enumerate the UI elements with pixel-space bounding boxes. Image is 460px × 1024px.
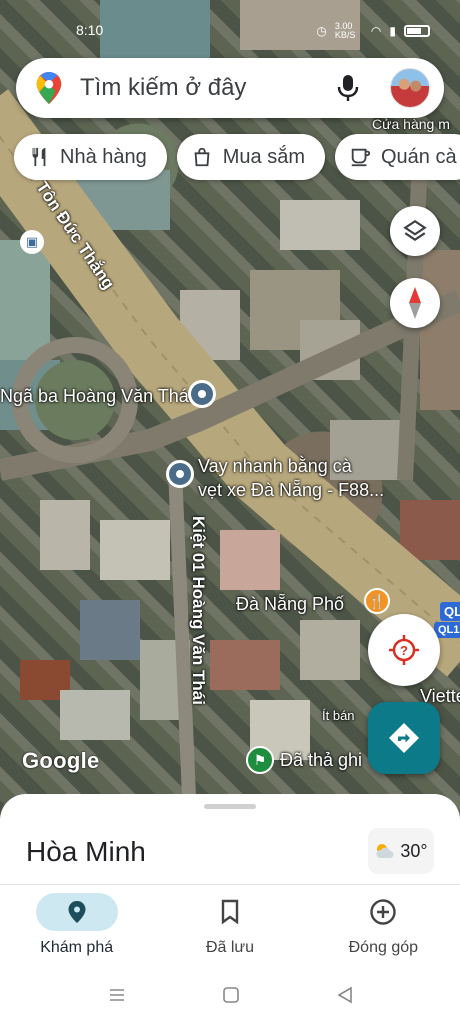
temperature: 30° xyxy=(400,840,428,861)
nav-contribute-icon-wrap xyxy=(342,893,424,931)
nav-explore-icon-wrap xyxy=(35,893,118,931)
highway-badge-ql: QL xyxy=(440,602,460,621)
net-speed: 3.00 KB/S xyxy=(334,21,356,40)
status-time: 8:10 xyxy=(76,22,104,38)
chip-label: Quán cà xyxy=(381,145,457,168)
status-bar: 8:10 ◷ 3.00 KB/S ◠ ▮ xyxy=(0,0,460,40)
bookmark-icon xyxy=(221,899,239,925)
flag-pin-icon[interactable]: ⚑ xyxy=(246,746,274,774)
map-pin-vay-nhanh[interactable] xyxy=(166,460,194,488)
chip-shopping[interactable]: Mua sắm xyxy=(176,134,325,180)
wifi-icon: ◠ xyxy=(370,24,382,38)
system-nav-bar xyxy=(0,972,460,1024)
directions-icon xyxy=(389,723,419,753)
place-label-da-tha-ghi[interactable]: Đã thả ghi xyxy=(280,750,362,771)
chip-label: Nhà hàng xyxy=(60,145,147,168)
bottom-sheet[interactable]: Hòa Minh 30° xyxy=(0,794,460,894)
shopping-bag-icon xyxy=(194,147,210,167)
back-icon[interactable] xyxy=(336,986,354,1004)
directions-button[interactable] xyxy=(368,702,440,774)
recents-icon[interactable] xyxy=(108,986,126,1004)
chip-restaurants[interactable]: Nhà hàng xyxy=(14,134,167,180)
highway-badge-ql1a: QL1A xyxy=(434,622,460,638)
avatar[interactable] xyxy=(390,68,430,108)
chip-coffee[interactable]: Quán cà xyxy=(335,134,460,180)
nav-contribute[interactable]: Đóng góp xyxy=(307,885,460,972)
alarm-icon: ◷ xyxy=(316,24,327,38)
nav-saved-label: Đã lưu xyxy=(205,939,255,956)
satellite-map[interactable]: ▣ Tôn Đức Thắng Ngã ba Hoàng Văn Thái Va… xyxy=(0,0,460,820)
bottom-nav: Khám phá Đã lưu Đóng góp xyxy=(0,884,460,972)
compass-icon xyxy=(409,287,421,319)
place-label-da-nang-pho[interactable]: Đà Nẵng Phố xyxy=(236,594,344,615)
my-location-button[interactable]: ? xyxy=(368,614,440,686)
restaurant-pin-icon[interactable]: 🍴 xyxy=(364,588,390,614)
place-label-vay-nhanh-2[interactable]: vẹt xe Đà Nẵng - F88... xyxy=(198,480,384,501)
search-input[interactable]: Tìm kiếm ở đây xyxy=(80,74,336,102)
map-pin-nga-ba[interactable] xyxy=(188,380,216,408)
road-label-kiet: Kiệt 01 Hoàng Văn Thái xyxy=(189,516,208,705)
battery-icon xyxy=(404,25,430,37)
nav-saved-icon-wrap xyxy=(189,893,271,931)
add-circle-icon xyxy=(370,899,397,925)
chip-label: Mua sắm xyxy=(222,145,305,168)
bus-stop-icon[interactable]: ▣ xyxy=(20,230,44,254)
compass-button[interactable] xyxy=(390,278,440,328)
nav-explore[interactable]: Khám phá xyxy=(0,885,153,972)
place-label-vay-nhanh-1[interactable]: Vay nhanh bằng cà xyxy=(198,456,352,477)
home-icon[interactable] xyxy=(222,986,240,1004)
place-label-nga-ba[interactable]: Ngã ba Hoàng Văn Thái xyxy=(0,386,193,407)
search-bar[interactable]: Tìm kiếm ở đây xyxy=(16,58,444,118)
nav-contribute-label: Đóng góp xyxy=(348,939,419,956)
signal-icon: ▮ xyxy=(389,24,396,38)
drag-handle[interactable] xyxy=(204,804,256,809)
place-label-it-ban[interactable]: Ít bán xyxy=(322,708,355,723)
layers-icon xyxy=(403,219,427,241)
nav-saved[interactable]: Đã lưu xyxy=(153,885,306,972)
category-chips: Nhà hàng Mua sắm Quán cà xyxy=(14,134,460,180)
microphone-icon[interactable] xyxy=(336,73,360,103)
weather-chip[interactable]: 30° xyxy=(368,828,434,874)
google-watermark: Google xyxy=(22,748,100,773)
nav-explore-label: Khám phá xyxy=(40,939,114,956)
partly-cloudy-icon xyxy=(376,844,394,858)
location-target-icon: ? xyxy=(389,635,419,665)
status-icons: ◷ 3.00 KB/S ◠ ▮ xyxy=(316,22,430,40)
google-maps-logo-icon xyxy=(36,71,62,105)
place-label-cua-hang[interactable]: Cửa hàng m xyxy=(372,116,450,132)
svg-text:?: ? xyxy=(400,643,408,658)
layers-button[interactable] xyxy=(390,206,440,256)
place-title: Hòa Minh xyxy=(26,836,146,867)
explore-pin-icon xyxy=(68,901,86,923)
restaurant-icon xyxy=(32,147,46,167)
coffee-icon xyxy=(351,148,371,167)
